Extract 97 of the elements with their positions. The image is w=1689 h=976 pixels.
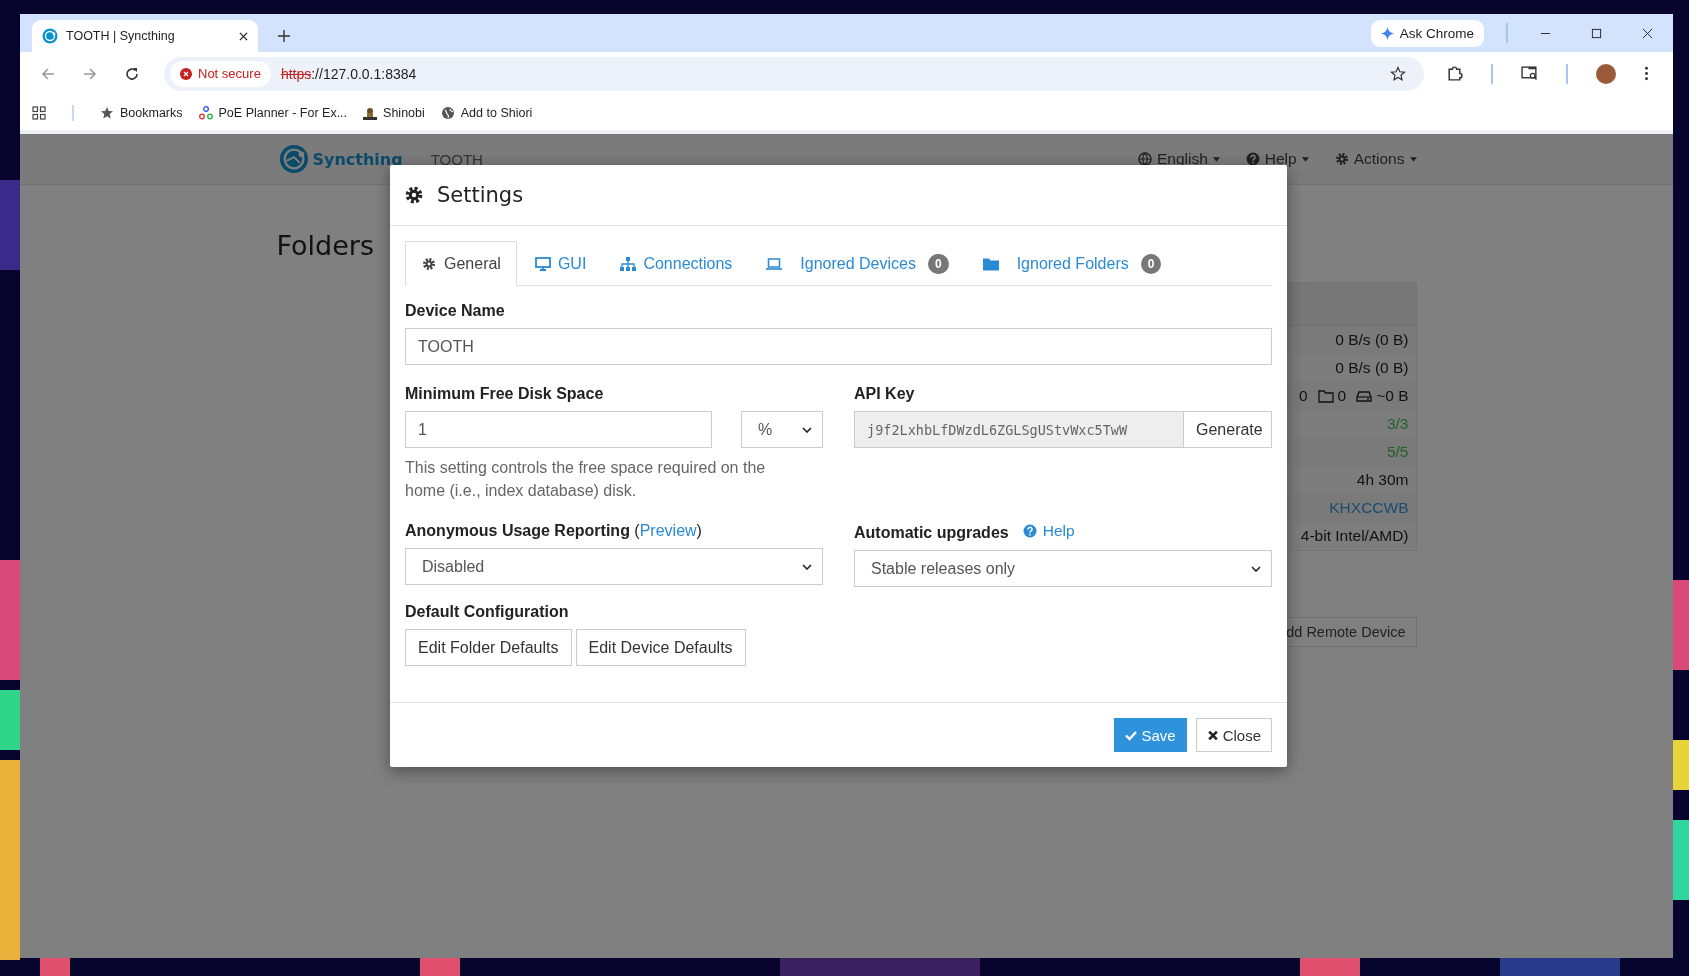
unit-dropdown[interactable]: % <box>741 411 823 448</box>
security-label: Not secure <box>198 66 261 81</box>
nav-menu[interactable]: Actions <box>1334 150 1417 168</box>
forward-icon[interactable] <box>82 65 98 82</box>
field-label: Anonymous Usage Reporting (Preview) <box>405 522 703 540</box>
stat-value: 3/3 <box>1386 415 1409 433</box>
preview-link[interactable]: Preview <box>639 522 697 539</box>
api-key-input[interactable]: j9f2LxhbLfDWzdL6ZGLSgUStvWxc5TwW <box>854 411 1184 448</box>
sync-logo-icon <box>278 144 309 174</box>
stat-value: 0 B/s (0 B) <box>1335 331 1409 349</box>
bookmark-link[interactable]: Shinobi <box>363 105 425 120</box>
neon-strip <box>40 958 70 976</box>
settings-tab[interactable]: Ignored Devices 0 <box>750 241 965 285</box>
ask-chrome-button[interactable]: Ask Chrome <box>1370 19 1484 47</box>
defaults-button[interactable]: Edit Folder Defaults <box>405 629 572 666</box>
field-label: API Key <box>854 385 916 403</box>
globe-icon <box>1137 152 1152 166</box>
settings-tab[interactable]: General <box>405 241 517 286</box>
stat-value: 4h 30m <box>1356 471 1409 489</box>
field-label: Minimum Free Disk Space <box>405 385 605 403</box>
gear-icon <box>421 257 437 271</box>
stat-value: 0 B/s (0 B) <box>1335 359 1409 377</box>
upgrades-dropdown[interactable]: Stable releases only <box>854 550 1272 587</box>
help-icon <box>1245 152 1260 166</box>
neon-strip <box>0 690 20 750</box>
bookmark-link[interactable]: PoE Planner - For Ex... <box>198 105 348 120</box>
count-badge: 0 <box>1140 253 1162 274</box>
gear-icon <box>405 186 423 204</box>
section-heading: Folders <box>276 230 375 261</box>
field-label: Default Configuration <box>405 603 570 621</box>
field-label: Device Name <box>405 302 506 320</box>
new-tab-icon[interactable] <box>278 30 290 42</box>
drive-icon <box>1356 389 1373 403</box>
not-secure-chip[interactable]: Not secure <box>170 60 271 87</box>
maximize-icon[interactable] <box>1591 27 1602 39</box>
url-text: https://127.0.0.1:8384 <box>280 65 417 82</box>
disk-space-input[interactable]: 1 <box>405 411 712 448</box>
device-name: TOOTH <box>430 150 483 168</box>
caret-icon <box>1409 156 1417 162</box>
count-badge: 0 <box>927 253 949 274</box>
gear-icon <box>1334 152 1349 166</box>
nav-menu[interactable]: English <box>1137 150 1220 168</box>
stat-value: 0 <box>1337 387 1347 405</box>
reload-icon[interactable] <box>124 65 140 82</box>
figure-icon <box>363 105 378 120</box>
sparkle-icon <box>1380 26 1394 40</box>
back-icon[interactable] <box>40 65 56 82</box>
help-link[interactable]: Help <box>1022 522 1075 540</box>
device-name-input[interactable]: TOOTH <box>405 328 1272 365</box>
caret-icon <box>1301 156 1309 162</box>
usage-dropdown[interactable]: Disabled <box>405 548 823 585</box>
dialog-title: Settings <box>437 183 524 207</box>
nav-menu[interactable]: Help <box>1245 150 1309 168</box>
globe-icon <box>440 105 455 120</box>
star-icon[interactable] <box>1390 65 1406 82</box>
star-icon <box>100 105 114 120</box>
profile-avatar[interactable] <box>1596 63 1616 84</box>
browser-tab[interactable]: TOOTH | Syncthing <box>32 20 258 52</box>
caret-icon <box>1212 156 1220 162</box>
settings-tab[interactable]: GUI <box>518 241 603 285</box>
stat-value: 5/5 <box>1386 443 1409 461</box>
close-icon[interactable] <box>239 31 248 41</box>
chevron-icon <box>802 426 812 433</box>
nodes-icon <box>198 105 213 120</box>
close-icon <box>1206 729 1219 741</box>
folder-icon <box>982 256 999 271</box>
field-label: Automatic upgrades <box>854 524 1009 542</box>
error-icon <box>180 67 192 80</box>
puzzle-icon[interactable] <box>1446 65 1463 82</box>
stat-value: 4-bit Intel/AMD) <box>1300 527 1409 545</box>
settings-tab[interactable]: Connections <box>604 241 749 285</box>
help-icon <box>1022 524 1037 538</box>
neon-strip <box>1673 740 1689 790</box>
bookmark-link[interactable]: Add to Shiori <box>440 105 533 120</box>
chevron-icon <box>1251 565 1261 572</box>
apps-grid-icon[interactable] <box>32 105 46 120</box>
chevron-icon <box>802 563 812 570</box>
address-bar[interactable]: Not secure https://127.0.0.1:8384 <box>164 56 1424 91</box>
close-button[interactable]: Close <box>1195 718 1272 752</box>
monitor-icon <box>534 256 551 271</box>
folder-icon <box>1317 389 1334 403</box>
stat-value: 0 <box>1298 387 1308 405</box>
bookmark-link[interactable]: Bookmarks <box>100 105 183 120</box>
check-icon <box>1125 729 1138 741</box>
settings-tab[interactable]: Ignored Folders 0 <box>966 241 1178 285</box>
sync-logo-icon <box>42 28 58 44</box>
laptop-icon <box>766 256 783 271</box>
close-icon[interactable] <box>1642 27 1653 39</box>
sitemap-icon <box>620 256 637 271</box>
neon-strip <box>420 958 460 976</box>
neon-strip <box>1300 958 1360 976</box>
tab-title: TOOTH | Syncthing <box>66 29 176 43</box>
generate-button[interactable]: Generate <box>1184 411 1272 448</box>
defaults-button[interactable]: Edit Device Defaults <box>575 629 746 666</box>
search-tab-icon[interactable] <box>1521 65 1538 82</box>
help-text: This setting controls the free space required on the home (i.e., index database) disk. <box>405 458 767 501</box>
stat-value: ~0 B <box>1376 387 1409 405</box>
